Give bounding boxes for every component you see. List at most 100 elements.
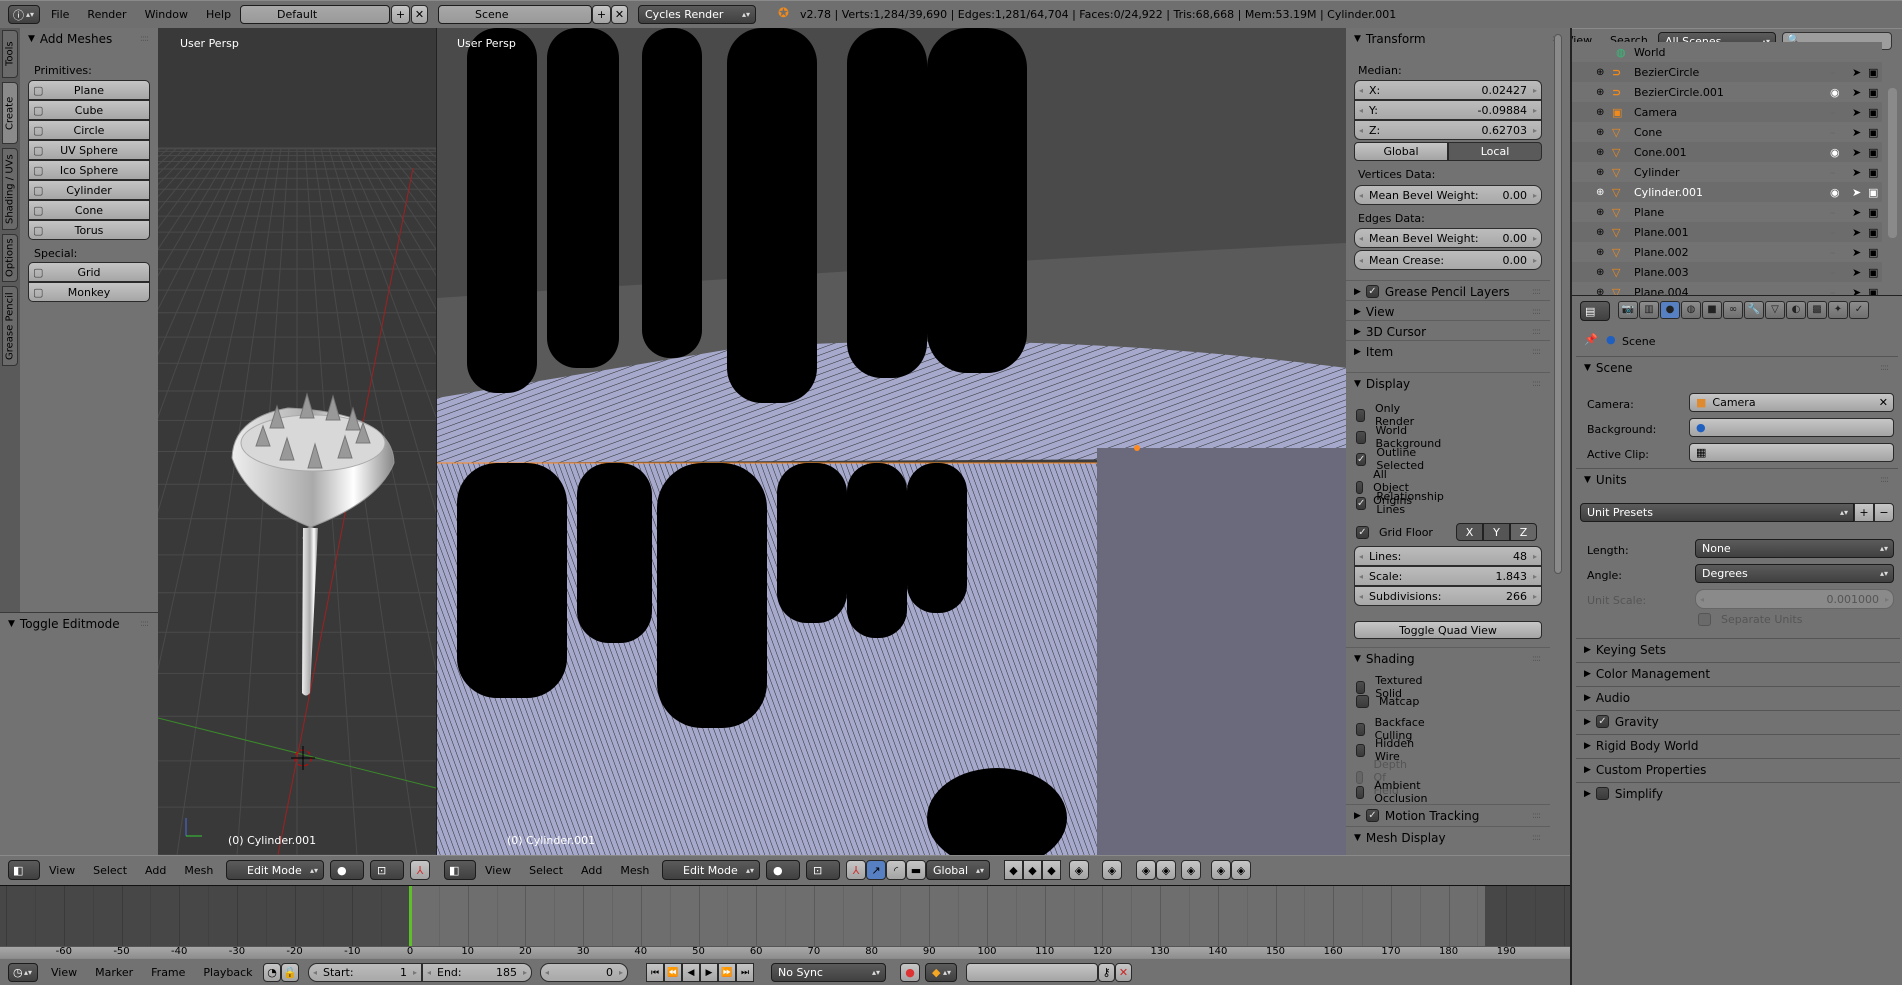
grid-scale-field[interactable]: Scale: 1.843 (1354, 566, 1542, 586)
render-camera-icon[interactable]: ▣ (1868, 206, 1878, 219)
eye-closed-icon[interactable]: – (1830, 166, 1836, 179)
relationship-lines-checkbox[interactable]: ✓ Relationship Lines (1356, 490, 1447, 516)
opengl-render-button[interactable]: ◈ (1211, 860, 1231, 880)
viewport-left-menu-mesh[interactable]: Mesh (184, 864, 213, 877)
clear-icon[interactable]: ✕ (1879, 396, 1888, 409)
expand-icon[interactable]: ⊕ (1596, 147, 1604, 158)
snap-element-button[interactable]: ◈ (1156, 860, 1176, 880)
record-button[interactable]: ● (900, 963, 920, 982)
properties-tab-constraints-icon[interactable]: ∞ (1723, 301, 1743, 319)
outliner-row[interactable]: ◍ World (1572, 42, 1882, 62)
properties-tab-render-layers-icon[interactable]: ▥ (1639, 301, 1659, 319)
ambient-occlusion-checkbox[interactable]: Ambient Occlusion (1356, 779, 1432, 805)
custom-properties-panel-header[interactable]: ▶ Custom Properties (1576, 758, 1900, 780)
matcap-checkbox[interactable]: Matcap (1356, 695, 1419, 708)
opengl-anim-button[interactable]: ◈ (1231, 860, 1251, 880)
render-camera-icon[interactable]: ▣ (1868, 286, 1878, 296)
timeline-menu-marker[interactable]: Marker (95, 966, 133, 979)
eye-closed-icon[interactable]: – (1830, 226, 1836, 239)
view-panel-header[interactable]: ▶ View:::: (1346, 300, 1550, 322)
scene-panel-header[interactable]: ▼ Scene:::: (1576, 356, 1898, 378)
median-y-field[interactable]: Y: -0.09884 (1354, 100, 1542, 120)
median-x-field[interactable]: X: 0.02427 (1354, 80, 1542, 100)
expand-icon[interactable]: ⊕ (1596, 187, 1604, 198)
select-cursor-icon[interactable]: ➤ (1852, 266, 1861, 279)
grid-axis-x-toggle[interactable]: X (1456, 523, 1483, 541)
add-cone-button[interactable]: ▢ Cone (28, 200, 150, 220)
scale-manipulator-toggle[interactable]: ▬ (906, 860, 926, 880)
viewport-left-mode-dropdown[interactable]: Edit Mode ▴▾ (226, 860, 324, 880)
insert-keyframe-button[interactable]: ⚷ (1098, 963, 1115, 982)
expand-icon[interactable]: ⊕ (1596, 207, 1604, 218)
rotate-manipulator-toggle[interactable]: ◜ (886, 860, 906, 880)
vertex-select-mode-button[interactable]: ◆ (1004, 860, 1023, 880)
timeline-ruler[interactable]: -60 -50 -40 -30 -20 -10 0 10 20 30 40 50 60 70 80 90 100… (0, 946, 1570, 958)
outliner-row[interactable]: ⊕ ▣ Camera – ➤ ▣ (1572, 102, 1882, 122)
expand-icon[interactable]: ⊕ (1596, 247, 1604, 258)
scene-remove-button[interactable]: ✕ (611, 5, 628, 24)
properties-tab-object-icon[interactable]: ■ (1702, 301, 1722, 319)
grid-lines-field[interactable]: Lines: 48 (1354, 546, 1542, 566)
grid-subdivisions-field[interactable]: Subdivisions: 266 (1354, 586, 1542, 606)
crease-field[interactable]: Mean Crease: 0.00 (1354, 250, 1542, 270)
add-torus-button[interactable]: ▢ Torus (28, 220, 150, 240)
select-cursor-icon[interactable]: ➤ (1852, 106, 1861, 119)
viewport-main-menu-select[interactable]: Select (529, 864, 563, 877)
simplify-panel-header[interactable]: ▶ Simplify (1576, 782, 1900, 804)
select-cursor-icon[interactable]: ➤ (1852, 66, 1861, 79)
play-reverse-button[interactable]: ◀ (682, 963, 700, 982)
item-panel-header[interactable]: ▶ Item:::: (1346, 340, 1550, 362)
viewport-main[interactable]: User Persp (0) Cylinder.001 (436, 28, 1346, 855)
properties-tab-data-icon[interactable]: ▽ (1765, 301, 1785, 319)
layout-remove-button[interactable]: ✕ (411, 5, 428, 24)
remove-preset-button[interactable]: − (1874, 503, 1894, 522)
eye-open-icon[interactable]: ◉ (1830, 86, 1840, 99)
eye-closed-icon[interactable]: – (1830, 126, 1836, 139)
background-field[interactable]: ● (1689, 418, 1894, 437)
menu-file[interactable]: File (51, 8, 69, 21)
select-cursor-icon[interactable]: ➤ (1852, 246, 1861, 259)
eye-closed-icon[interactable]: – (1830, 206, 1836, 219)
select-cursor-icon[interactable]: ➤ (1852, 226, 1861, 239)
viewport-main-menu-view[interactable]: View (485, 864, 511, 877)
select-cursor-icon[interactable]: ➤ (1852, 86, 1861, 99)
expand-icon[interactable]: ⊕ (1596, 127, 1604, 138)
expand-icon[interactable]: ⊕ (1596, 87, 1604, 98)
viewport-main-mode-dropdown[interactable]: Edit Mode ▴▾ (662, 860, 760, 880)
render-camera-icon[interactable]: ▣ (1868, 126, 1878, 139)
eye-closed-icon[interactable]: – (1830, 266, 1836, 279)
viewport-left-manipulator-toggle[interactable]: ⅄ (410, 860, 430, 880)
properties-tab-modifiers-icon[interactable]: 🔧 (1744, 301, 1764, 319)
outliner-row[interactable]: ⊕ ⊃ BezierCircle – ➤ ▣ (1572, 62, 1882, 82)
render-camera-icon[interactable]: ▣ (1868, 186, 1878, 199)
end-frame-field[interactable]: End: 185 (422, 963, 532, 982)
grease-pencil-checkbox[interactable]: ✓ (1365, 285, 1379, 298)
outliner-row[interactable]: ⊕ ▽ Cylinder.001 ◉ ➤ ▣ (1572, 182, 1882, 202)
edge-bevel-field[interactable]: Mean Bevel Weight: 0.00 (1354, 228, 1542, 248)
eye-closed-icon[interactable]: – (1830, 246, 1836, 259)
add-plane-button[interactable]: ▢ Plane (28, 80, 150, 100)
properties-tab-render-icon[interactable]: 📷 (1618, 301, 1638, 319)
scene-selector[interactable]: Scene (438, 5, 592, 24)
render-camera-icon[interactable]: ▣ (1868, 106, 1878, 119)
properties-tab-world-icon[interactable]: ◍ (1681, 301, 1701, 319)
keying-sets-panel-header[interactable]: ▶ Keying Sets (1576, 638, 1900, 660)
proportional-edit-button[interactable]: ◈ (1102, 860, 1122, 880)
layout-add-button[interactable]: + (391, 5, 410, 24)
eye-open-icon[interactable]: ◉ (1830, 146, 1840, 159)
edge-select-mode-button[interactable]: ◆ (1023, 860, 1042, 880)
grid-axis-z-toggle[interactable]: Z (1510, 523, 1537, 541)
keying-dropdown[interactable]: ◆ ▴▾ (925, 963, 957, 982)
active-clip-field[interactable]: ▦ (1689, 443, 1894, 462)
viewport-left[interactable]: User Persp (0) Cylinder.001 (158, 28, 436, 855)
rigid-body-world-panel-header[interactable]: ▶ Rigid Body World (1576, 734, 1900, 756)
render-camera-icon[interactable]: ▣ (1868, 226, 1878, 239)
face-select-mode-button[interactable]: ◆ (1042, 860, 1061, 880)
select-cursor-icon[interactable]: ➤ (1852, 126, 1861, 139)
toggle-quad-view-button[interactable]: Toggle Quad View (1354, 621, 1542, 639)
angle-dropdown[interactable]: Degrees ▴▾ (1695, 564, 1894, 583)
orientation-dropdown[interactable]: Global ▴▾ (926, 860, 990, 880)
sync-dropdown[interactable]: No Sync ▴▾ (771, 963, 886, 982)
tab-grease-pencil[interactable]: Grease Pencil (2, 286, 18, 366)
viewport-left-menu-select[interactable]: Select (93, 864, 127, 877)
